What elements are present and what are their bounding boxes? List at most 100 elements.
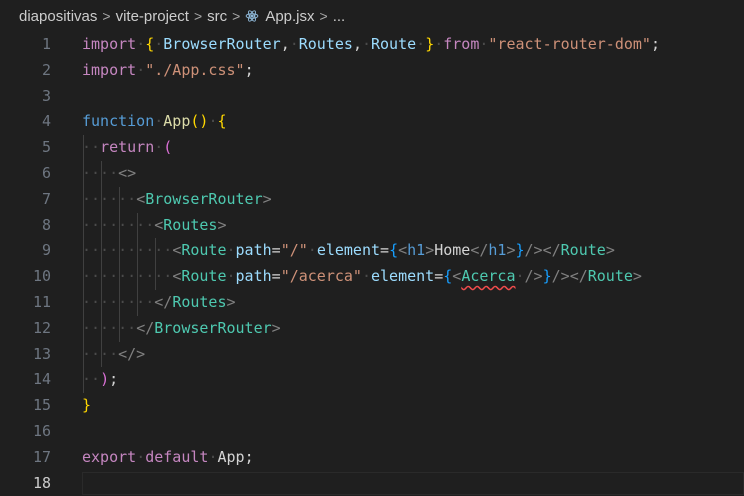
react-icon bbox=[245, 9, 259, 23]
code-token: Route bbox=[587, 267, 633, 286]
code-token: < bbox=[452, 267, 462, 286]
code-line[interactable]: 5 ··return·( bbox=[0, 135, 744, 161]
line-number: 9 bbox=[41, 241, 51, 260]
code-token: = bbox=[271, 267, 281, 286]
code-line[interactable]: 16 bbox=[0, 419, 744, 445]
code-text: ··); bbox=[82, 367, 118, 393]
code-token: Home bbox=[434, 241, 471, 260]
whitespace-marker: ·········· bbox=[82, 241, 173, 260]
breadcrumb-item-src[interactable]: src bbox=[207, 8, 227, 25]
code-token: > bbox=[226, 292, 236, 311]
code-token: </ bbox=[542, 241, 561, 260]
code-line[interactable]: 6 ····<> bbox=[0, 161, 744, 187]
code-token: > bbox=[632, 267, 642, 286]
code-token: <> bbox=[118, 163, 137, 182]
code-token: element bbox=[371, 267, 435, 286]
code-token: import bbox=[82, 35, 137, 53]
code-text: ··········<Route·path="/"·element={<h1>H… bbox=[82, 238, 615, 264]
code-text: ······</BrowserRouter> bbox=[82, 316, 281, 342]
line-number: 13 bbox=[32, 344, 51, 363]
code-line[interactable]: 9 ··········<Route·path="/"·element={<h1>… bbox=[0, 238, 744, 264]
indent-guide bbox=[101, 161, 103, 368]
code-token: path bbox=[235, 267, 272, 286]
line-number: 16 bbox=[32, 421, 51, 440]
code-text: ········</Routes> bbox=[82, 290, 236, 316]
code-text: ······<BrowserRouter> bbox=[82, 187, 272, 213]
code-token: ; bbox=[244, 447, 254, 466]
code-token: } bbox=[515, 241, 525, 260]
code-text: ····<> bbox=[82, 161, 136, 187]
code-token: > bbox=[217, 215, 227, 234]
code-line[interactable]: 2 import·"./App.css"; bbox=[0, 58, 744, 84]
line-number: 14 bbox=[32, 370, 51, 389]
code-line[interactable]: 17 export·default·App; bbox=[0, 445, 744, 471]
line-number: 7 bbox=[41, 189, 51, 208]
code-line[interactable]: 14 ··); bbox=[0, 367, 744, 393]
code-line[interactable]: 7 ······<BrowserRouter> bbox=[0, 187, 744, 213]
code-token: path bbox=[235, 241, 272, 260]
code-token: ) bbox=[100, 370, 110, 389]
line-number: 3 bbox=[41, 86, 51, 105]
code-token: < bbox=[136, 189, 146, 208]
code-token: function bbox=[82, 112, 155, 131]
code-token: export bbox=[82, 447, 137, 466]
whitespace-marker: · bbox=[289, 35, 299, 53]
chevron-right-icon: > bbox=[102, 8, 111, 24]
code-token: < bbox=[398, 241, 408, 260]
code-token: return bbox=[100, 138, 155, 157]
code-token: </ bbox=[154, 292, 173, 311]
breadcrumb: diapositivas > vite-project > src > App.… bbox=[0, 0, 744, 32]
code-text: ··········<Route·path="/acerca"·element=… bbox=[82, 264, 642, 290]
code-line[interactable]: 11 ········</Routes> bbox=[0, 290, 744, 316]
whitespace-marker: · bbox=[154, 35, 164, 53]
code-line[interactable]: 8 ········<Routes> bbox=[0, 213, 744, 239]
code-token: { bbox=[145, 35, 155, 53]
code-line[interactable]: 4 function·App()·{ bbox=[0, 109, 744, 135]
code-token: } bbox=[82, 396, 92, 415]
code-line[interactable]: 15} bbox=[0, 393, 744, 419]
code-token: } bbox=[425, 35, 435, 53]
code-token: { bbox=[217, 112, 227, 131]
whitespace-marker: · bbox=[136, 35, 146, 53]
code-line[interactable]: 13 ····</> bbox=[0, 342, 744, 368]
code-token: > bbox=[425, 241, 435, 260]
code-text: ····</> bbox=[82, 342, 145, 368]
whitespace-marker: · bbox=[361, 267, 371, 286]
code-token: Routes bbox=[163, 215, 218, 234]
code-editor[interactable]: 1 import·{·BrowserRouter,·Routes,·Route·}… bbox=[0, 32, 744, 496]
code-line[interactable]: 10 ··········<Route·path="/acerca"·elemen… bbox=[0, 264, 744, 290]
code-token: > bbox=[262, 189, 272, 208]
breadcrumb-file-app-jsx[interactable]: App.jsx bbox=[265, 8, 314, 25]
line-number: 17 bbox=[32, 447, 51, 466]
whitespace-marker: · bbox=[515, 267, 525, 286]
breadcrumb-item-vite-project[interactable]: vite-project bbox=[116, 8, 189, 25]
chevron-right-icon: > bbox=[193, 8, 203, 24]
code-line[interactable]: 1 import·{·BrowserRouter,·Routes,·Route·}… bbox=[0, 32, 744, 58]
code-text: } bbox=[82, 393, 91, 419]
code-line[interactable]: 12 ······</BrowserRouter> bbox=[0, 316, 744, 342]
code-token: </ bbox=[470, 241, 489, 260]
whitespace-marker: · bbox=[154, 112, 164, 131]
code-token: , bbox=[280, 35, 290, 53]
code-token: } bbox=[542, 267, 552, 286]
code-line[interactable]: 18 bbox=[0, 471, 744, 496]
code-token: import bbox=[82, 60, 137, 79]
code-token: "./App.css" bbox=[145, 60, 245, 79]
whitespace-marker: · bbox=[226, 241, 236, 260]
code-token: ; bbox=[650, 35, 660, 53]
code-text: import·"./App.css"; bbox=[82, 58, 254, 84]
code-text: export·default·App; bbox=[82, 445, 254, 471]
line-number: 5 bbox=[41, 138, 51, 157]
whitespace-marker: ·········· bbox=[82, 267, 173, 286]
code-token: ( bbox=[163, 138, 173, 157]
breadcrumb-item-diapositivas[interactable]: diapositivas bbox=[19, 8, 97, 25]
code-token: /> bbox=[551, 267, 570, 286]
line-number: 15 bbox=[32, 396, 51, 415]
breadcrumb-more[interactable]: ... bbox=[333, 8, 346, 25]
code-line[interactable]: 3 bbox=[0, 84, 744, 110]
code-token: </> bbox=[118, 344, 146, 363]
code-token: ; bbox=[109, 370, 119, 389]
code-token: default bbox=[145, 447, 209, 466]
whitespace-marker: ·· bbox=[82, 370, 101, 389]
code-token: Routes bbox=[298, 35, 353, 53]
